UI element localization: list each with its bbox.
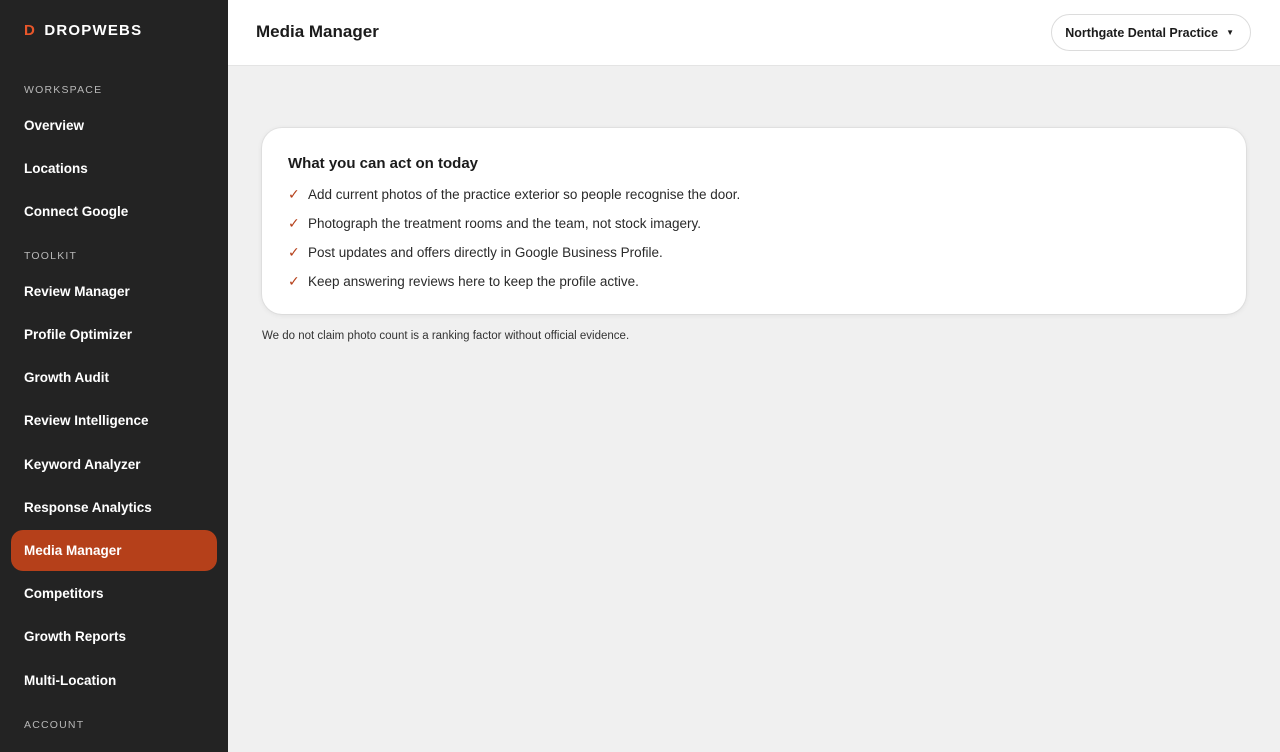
top-bar: Media Manager Northgate Dental Practice … [228, 0, 1280, 66]
list-item-text: Post updates and offers directly in Goog… [308, 245, 663, 260]
sidebar-item-multi-location[interactable]: Multi-Location [11, 660, 217, 701]
sidebar-item-review-intelligence[interactable]: Review Intelligence [11, 400, 217, 441]
list-item-text: Keep answering reviews here to keep the … [308, 274, 639, 289]
sidebar-item-keyword-analyzer[interactable]: Keyword Analyzer [11, 444, 217, 485]
caret-down-icon: ▼ [1226, 28, 1234, 37]
checkmark-icon: ✓ [288, 215, 300, 231]
location-select[interactable]: Northgate Dental Practice ▼ [1051, 14, 1251, 51]
sidebar-item-growth-reports[interactable]: Growth Reports [11, 616, 217, 657]
list-item-text: Add current photos of the practice exter… [308, 187, 741, 202]
sidebar-item-competitors[interactable]: Competitors [11, 573, 217, 614]
list-item: ✓ Keep answering reviews here to keep th… [288, 267, 1220, 296]
main-content: Media Manager Northgate Dental Practice … [228, 0, 1280, 752]
sidebar-item-review-manager[interactable]: Review Manager [11, 271, 217, 312]
list-item: ✓ Add current photos of the practice ext… [288, 180, 1220, 209]
section-label-toolkit: TOOLKIT [24, 250, 78, 262]
sidebar-item-media-manager[interactable]: Media Manager [11, 530, 217, 571]
sidebar: D DROPWEBS WORKSPACE Overview Locations … [0, 0, 228, 752]
app-shell: D DROPWEBS WORKSPACE Overview Locations … [0, 0, 1280, 752]
disclaimer-note: We do not claim photo count is a ranking… [262, 330, 630, 342]
action-list: ✓ Add current photos of the practice ext… [288, 180, 1220, 296]
sidebar-item-overview[interactable]: Overview [11, 105, 217, 146]
action-card: What you can act on today ✓ Add current … [262, 128, 1246, 314]
page-title: Media Manager [256, 22, 379, 41]
section-label-workspace: WORKSPACE [24, 84, 103, 96]
checkmark-icon: ✓ [288, 244, 300, 260]
brand-logo[interactable]: D DROPWEBS [24, 22, 142, 39]
sidebar-item-growth-audit[interactable]: Growth Audit [11, 357, 217, 398]
sidebar-item-connect-google[interactable]: Connect Google [11, 191, 217, 232]
checkmark-icon: ✓ [288, 186, 300, 202]
list-item: ✓ Post updates and offers directly in Go… [288, 238, 1220, 267]
list-item-text: Photograph the treatment rooms and the t… [308, 216, 701, 231]
brand-mark-icon: D [24, 22, 36, 39]
sidebar-item-profile-optimizer[interactable]: Profile Optimizer [11, 314, 217, 355]
brand-name: DROPWEBS [44, 22, 143, 39]
checkmark-icon: ✓ [288, 273, 300, 289]
card-title: What you can act on today [288, 155, 479, 172]
list-item: ✓ Photograph the treatment rooms and the… [288, 209, 1220, 238]
section-label-account: ACCOUNT [24, 719, 85, 731]
sidebar-item-response-analytics[interactable]: Response Analytics [11, 487, 217, 528]
location-select-label: Northgate Dental Practice [1065, 25, 1219, 40]
sidebar-item-locations[interactable]: Locations [11, 148, 217, 189]
